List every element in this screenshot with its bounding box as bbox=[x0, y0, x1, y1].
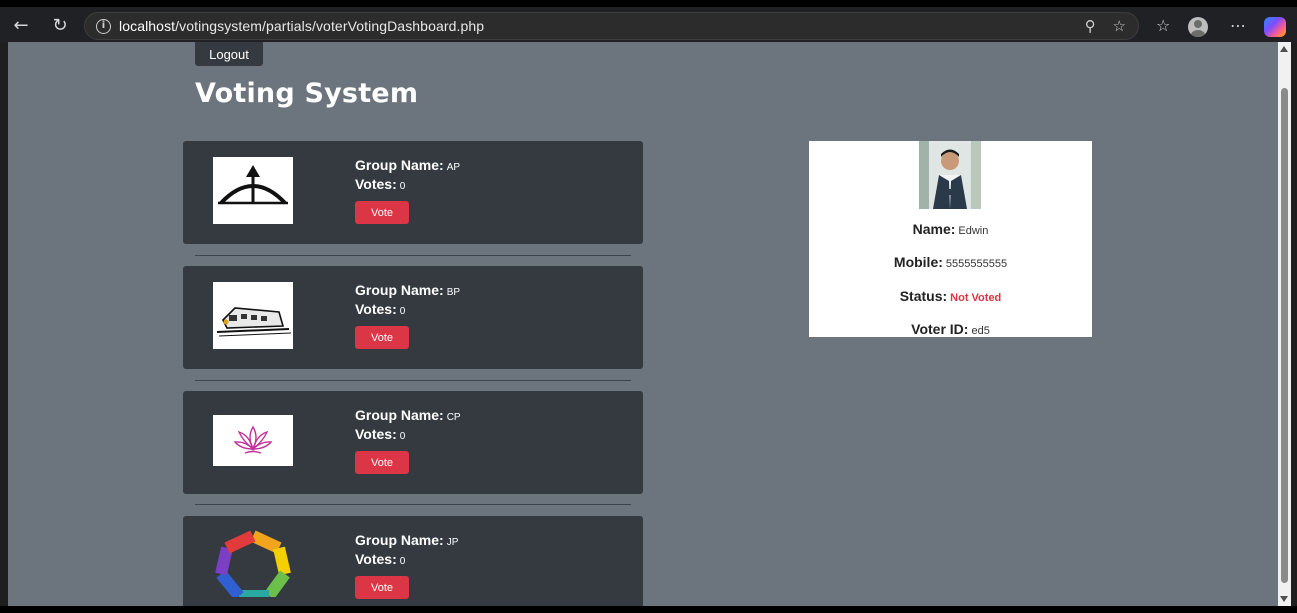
browser-toolbar: ← ↻ i localhost/votingsystem/partials/vo… bbox=[0, 0, 1297, 42]
voter-profile-card: Name: Edwin Mobile: 5555555555 Status: Not … bbox=[809, 141, 1092, 337]
voter-photo bbox=[919, 141, 981, 209]
votes-value: 0 bbox=[399, 306, 406, 317]
group-card-jp: Group Name: JP Votes: 0 Vote bbox=[183, 516, 643, 606]
vertical-scrollbar[interactable] bbox=[1278, 42, 1291, 606]
votes-label: Votes: bbox=[355, 176, 397, 192]
group-name-label: Group Name: bbox=[355, 532, 444, 548]
url-text[interactable]: localhost/votingsystem/partials/voterVot… bbox=[119, 18, 484, 34]
copilot-icon[interactable] bbox=[1264, 17, 1286, 37]
group-name-value: CP bbox=[446, 412, 461, 423]
votes-label: Votes: bbox=[355, 301, 397, 317]
voter-mobile-value: 5555555555 bbox=[945, 258, 1008, 270]
group-card-cp: Group Name: CP Votes: 0 Vote bbox=[183, 391, 643, 494]
bow-arrow-icon bbox=[213, 157, 293, 224]
page-viewport: Logout Voting System Group Name: AP Votes… bbox=[8, 42, 1278, 606]
vote-button-bp[interactable]: Vote bbox=[355, 326, 409, 349]
favorites-list-icon[interactable]: ☆ bbox=[1156, 16, 1170, 36]
logout-button[interactable]: Logout bbox=[195, 42, 263, 66]
reload-icon[interactable]: ↻ bbox=[49, 15, 71, 37]
train-icon bbox=[213, 282, 293, 349]
votes-value: 0 bbox=[399, 181, 406, 192]
votes-label: Votes: bbox=[355, 426, 397, 442]
group-name-value: AP bbox=[446, 162, 461, 173]
voter-id-value: ed5 bbox=[971, 325, 990, 337]
divider bbox=[195, 380, 631, 381]
group-name-label: Group Name: bbox=[355, 407, 444, 423]
group-card-ap: Group Name: AP Votes: 0 Vote bbox=[183, 141, 643, 244]
group-name-label: Group Name: bbox=[355, 282, 444, 298]
zoom-icon[interactable]: ⚲ bbox=[1085, 17, 1096, 35]
divider bbox=[195, 504, 631, 505]
back-icon[interactable]: ← bbox=[10, 15, 32, 37]
votes-value: 0 bbox=[399, 431, 406, 442]
votes-label: Votes: bbox=[355, 551, 397, 567]
window-bottom-edge bbox=[0, 606, 1297, 613]
scroll-up-icon[interactable] bbox=[1280, 46, 1288, 52]
page-title: Voting System bbox=[195, 78, 419, 109]
votes-value: 0 bbox=[399, 556, 406, 567]
voter-id-label: Voter ID: bbox=[911, 321, 969, 337]
favorite-star-icon[interactable]: ☆ bbox=[1113, 17, 1126, 35]
group-card-bp: Group Name: BP Votes: 0 Vote bbox=[183, 266, 643, 369]
scroll-down-icon[interactable] bbox=[1280, 596, 1288, 602]
divider bbox=[195, 255, 631, 256]
site-info-icon[interactable]: i bbox=[96, 19, 111, 34]
vote-button-jp[interactable]: Vote bbox=[355, 576, 409, 599]
voter-mobile-label: Mobile: bbox=[893, 254, 943, 270]
voter-status-label: Status: bbox=[899, 288, 948, 304]
group-name-value: JP bbox=[446, 537, 459, 548]
group-name-value: BP bbox=[446, 287, 461, 298]
address-bar[interactable]: i localhost/votingsystem/partials/voterV… bbox=[84, 12, 1139, 40]
voter-name-value: Edwin bbox=[958, 225, 989, 237]
lotus-icon bbox=[213, 415, 293, 466]
profile-avatar-icon[interactable] bbox=[1188, 17, 1208, 37]
group-name-label: Group Name: bbox=[355, 157, 444, 173]
voter-name-label: Name: bbox=[912, 221, 956, 237]
voter-status-badge: Not Voted bbox=[950, 292, 1002, 304]
vote-button-cp[interactable]: Vote bbox=[355, 451, 409, 474]
more-menu-icon[interactable]: ⋯ bbox=[1230, 16, 1246, 36]
vote-button-ap[interactable]: Vote bbox=[355, 201, 409, 224]
rainbow-ring-icon bbox=[213, 530, 293, 597]
scroll-thumb[interactable] bbox=[1281, 88, 1288, 583]
